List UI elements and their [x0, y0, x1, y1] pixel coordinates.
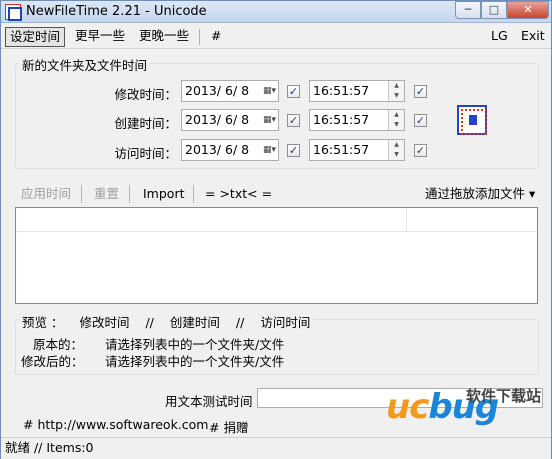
spin-down-icon[interactable]: ▼ — [389, 91, 404, 101]
preview-separator: // — [145, 315, 154, 330]
close-button[interactable]: ✕ — [507, 1, 549, 19]
create-time-spinner[interactable]: ▲ ▼ — [388, 110, 404, 130]
menu-earlier[interactable]: 更早一些 — [71, 27, 129, 47]
modify-time-label: 修改时间： — [114, 87, 177, 102]
spin-up-icon[interactable]: ▲ — [389, 140, 404, 150]
watermark-text: 软件下载站 — [466, 387, 542, 405]
modify-time-checkbox[interactable]: ✓ — [414, 85, 427, 98]
spin-up-icon[interactable]: ▲ — [389, 110, 404, 120]
access-time-spinner[interactable]: ▲ ▼ — [388, 140, 404, 160]
create-date-picker[interactable]: 2013/ 6/ 8 ▦▾ — [181, 109, 279, 131]
menu-later[interactable]: 更晚一些 — [135, 27, 193, 47]
export-txt-button[interactable]: = >txt< = — [205, 185, 272, 203]
toolbar-separator — [129, 185, 130, 203]
clock-set-icon[interactable] — [457, 105, 487, 135]
modify-time-value: 16:51:57 — [313, 83, 370, 98]
minimize-button[interactable]: ─ — [455, 1, 481, 19]
preview-header: 预览 ： 修改时间 // 创建时间 // 访问时间 — [19, 312, 314, 331]
menu-exit[interactable]: Exit — [517, 27, 549, 47]
app-window: NewFileTime 2.21 - Unicode ─ □ ✕ 设定时间 更早… — [0, 0, 552, 459]
menu-separator — [199, 29, 200, 45]
spin-down-icon[interactable]: ▼ — [389, 150, 404, 160]
window-title: NewFileTime 2.21 - Unicode — [26, 4, 207, 19]
menu-set-time[interactable]: 设定时间 — [5, 27, 66, 47]
watermark: ucbug 软件下载站 — [386, 379, 551, 435]
app-icon — [5, 4, 22, 21]
create-time-value: 16:51:57 — [313, 112, 370, 127]
import-button[interactable]: Import — [143, 185, 185, 203]
calendar-dropdown-icon[interactable]: ▦▾ — [250, 112, 276, 128]
modify-time-spinner[interactable]: ▲ ▼ — [388, 81, 404, 101]
create-time-checkbox[interactable]: ✓ — [414, 114, 427, 127]
drag-add-files-button[interactable]: 通过拖放添加文件 ▾ — [425, 185, 535, 203]
donate-link[interactable]: # 捐赠 — [209, 417, 248, 436]
menu-bar: 设定时间 更早一些 更晚一些 # LG Exit — [1, 25, 551, 49]
calendar-dropdown-icon[interactable]: ▦▾ — [250, 83, 276, 99]
status-bar: 就绪 // Items:0 — [1, 437, 551, 459]
toolbar-separator — [81, 185, 82, 203]
create-time-label: 创建时间： — [114, 116, 177, 131]
column-separator[interactable] — [406, 208, 407, 232]
access-time-label: 访问时间： — [114, 146, 177, 161]
preview-access-label: 访问时间 — [260, 315, 311, 330]
calendar-dropdown-icon[interactable]: ▦▾ — [250, 142, 276, 158]
access-time-checkbox[interactable]: ✓ — [414, 144, 427, 157]
preview-separator: // — [235, 315, 245, 330]
website-link[interactable]: # http://www.softwareok.com — [23, 417, 208, 432]
preview-modify-label: 修改时间 — [79, 315, 130, 330]
modify-date-checkbox[interactable]: ✓ — [287, 85, 300, 98]
create-date-value: 2013/ 6/ 8 — [185, 112, 250, 127]
access-time-value: 16:51:57 — [313, 142, 370, 157]
modified-value: 请选择列表中的一个文件夹/文件 — [105, 354, 285, 369]
access-date-checkbox[interactable]: ✓ — [287, 144, 300, 157]
modify-time-field[interactable]: 16:51:57 ▲ ▼ — [309, 80, 405, 102]
modify-date-value: 2013/ 6/ 8 — [185, 83, 250, 98]
spin-up-icon[interactable]: ▲ — [389, 81, 404, 91]
spin-down-icon[interactable]: ▼ — [389, 120, 404, 130]
title-bar: NewFileTime 2.21 - Unicode ─ □ ✕ — [1, 1, 551, 23]
modified-label: 修改后的： — [21, 354, 84, 369]
menu-hash[interactable]: # — [207, 27, 225, 47]
create-date-checkbox[interactable]: ✓ — [287, 114, 300, 127]
create-time-field[interactable]: 16:51:57 ▲ ▼ — [309, 109, 405, 131]
modify-date-picker[interactable]: 2013/ 6/ 8 ▦▾ — [181, 80, 279, 102]
text-test-label: 用文本测试时间 — [165, 394, 253, 409]
file-list-header — [16, 208, 537, 232]
reset-button[interactable]: 重置 — [94, 185, 119, 203]
preview-label: 预览 ： — [22, 315, 64, 330]
menu-language[interactable]: LG — [487, 27, 512, 47]
apply-time-button[interactable]: 应用时间 — [21, 185, 71, 203]
access-date-value: 2013/ 6/ 8 — [185, 142, 250, 157]
time-group-title: 新的文件夹及文件时间 — [19, 55, 151, 74]
maximize-button[interactable]: □ — [481, 1, 507, 19]
access-date-picker[interactable]: 2013/ 6/ 8 ▦▾ — [181, 139, 279, 161]
toolbar-separator — [193, 185, 194, 203]
preview-create-label: 创建时间 — [169, 315, 220, 330]
access-time-field[interactable]: 16:51:57 ▲ ▼ — [309, 139, 405, 161]
file-list[interactable] — [15, 207, 538, 304]
